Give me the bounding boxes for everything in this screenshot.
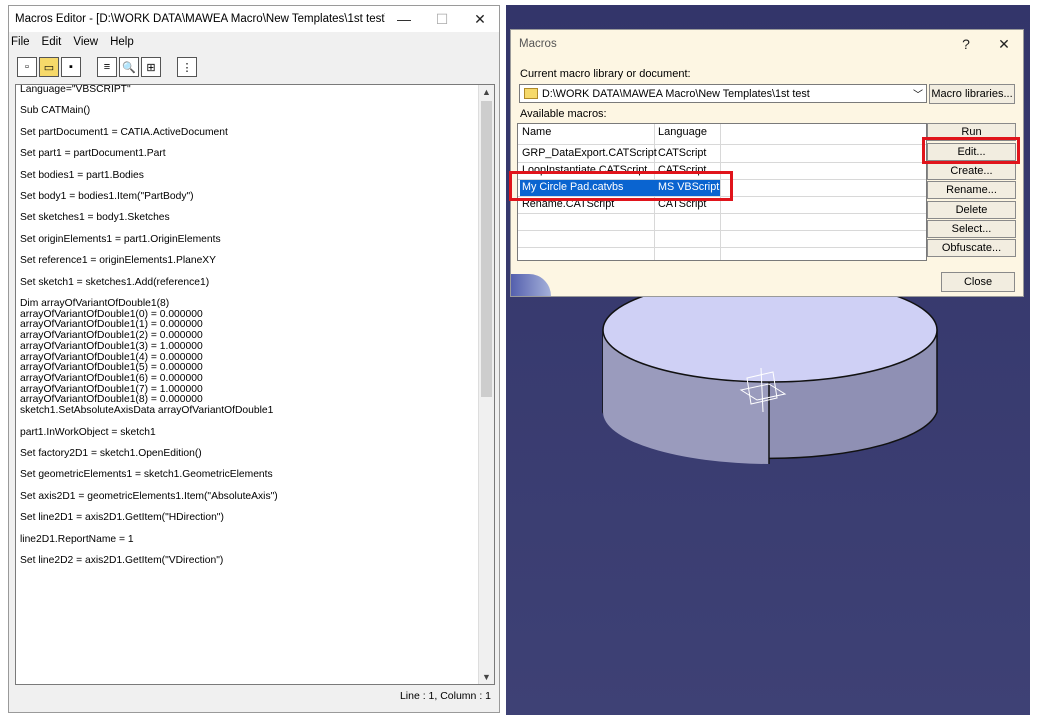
obfuscate-button[interactable]: Obfuscate...: [927, 239, 1016, 257]
minimize-button[interactable]: —: [385, 11, 423, 27]
library-dropdown[interactable]: D:\WORK DATA\MAWEA Macro\New Templates\1…: [519, 84, 927, 103]
menu-edit[interactable]: Edit: [42, 36, 62, 48]
insert-icon[interactable]: ≡: [97, 57, 117, 77]
select-button[interactable]: Select...: [927, 220, 1016, 238]
create-button[interactable]: Create...: [927, 162, 1016, 180]
folder-icon: [524, 88, 538, 99]
close-dialog-button[interactable]: Close: [941, 272, 1015, 292]
editor-toolbar: ▫ ▭ ▪ ≡ 🔍 ⊞ ⋮: [9, 52, 499, 82]
library-value: D:\WORK DATA\MAWEA Macro\New Templates\1…: [542, 87, 810, 100]
editor-title: Macros Editor - [D:\WORK DATA\MAWEA Macr…: [15, 13, 385, 25]
scroll-down-icon[interactable]: ▼: [479, 672, 494, 682]
menu-help[interactable]: Help: [110, 36, 134, 48]
macro-libraries-button[interactable]: Macro libraries...: [929, 84, 1015, 104]
object-browser-icon[interactable]: ⊞: [141, 57, 161, 77]
macros-editor-window: Macros Editor - [D:\WORK DATA\MAWEA Macr…: [8, 5, 500, 713]
catia-logo-swoosh: [511, 274, 551, 296]
find-icon[interactable]: 🔍: [119, 57, 139, 77]
code-text[interactable]: Language="VBSCRIPT" Sub CATMain() Set pa…: [20, 85, 480, 567]
close-button[interactable]: ✕: [461, 11, 499, 28]
macros-title-bar[interactable]: Macros ? ✕: [511, 30, 1023, 58]
macros-title: Macros: [519, 38, 557, 50]
debug-icon[interactable]: ⋮: [177, 57, 197, 77]
scroll-up-icon[interactable]: ▲: [479, 87, 494, 97]
menu-view[interactable]: View: [73, 36, 98, 48]
library-label: Current macro library or document:: [520, 68, 691, 80]
rename-button[interactable]: Rename...: [927, 181, 1016, 199]
highlight-edit-button: [922, 137, 1020, 164]
new-file-icon[interactable]: ▫: [17, 57, 37, 77]
menu-file[interactable]: File: [11, 36, 30, 48]
help-button[interactable]: ?: [947, 36, 985, 52]
maximize-button[interactable]: ☐: [423, 11, 461, 28]
scrollbar-thumb[interactable]: [481, 101, 492, 397]
column-header-name[interactable]: Name: [522, 126, 551, 138]
highlight-selected-macro: [509, 171, 733, 201]
delete-button[interactable]: Delete: [927, 201, 1016, 219]
chevron-down-icon[interactable]: ﹀: [910, 86, 926, 101]
column-header-language[interactable]: Language: [658, 126, 707, 138]
code-scrollbar[interactable]: ▲ ▼: [478, 85, 494, 684]
menu-bar: File Edit View Help: [9, 32, 499, 52]
cursor-position-status: Line : 1, Column : 1: [399, 690, 491, 702]
editor-title-bar[interactable]: Macros Editor - [D:\WORK DATA\MAWEA Macr…: [9, 6, 499, 32]
list-item[interactable]: GRP_DataExport.CATScript CATScript: [520, 146, 720, 162]
dialog-close-button[interactable]: ✕: [985, 36, 1023, 53]
save-icon[interactable]: ▪: [61, 57, 81, 77]
code-editor[interactable]: Language="VBSCRIPT" Sub CATMain() Set pa…: [15, 84, 495, 685]
available-macros-label: Available macros:: [520, 108, 607, 120]
cylinder-pad-model: [602, 290, 938, 464]
open-folder-icon[interactable]: ▭: [39, 57, 59, 77]
